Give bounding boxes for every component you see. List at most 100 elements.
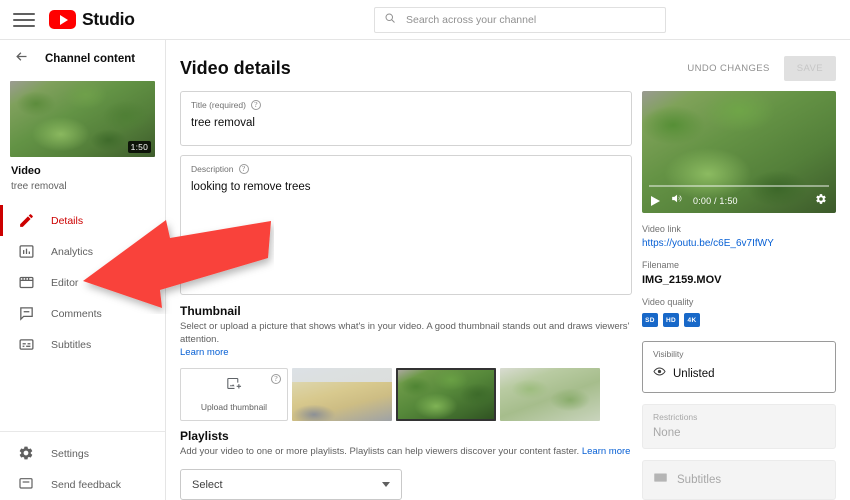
restrictions-card: Restrictions None <box>642 404 836 449</box>
pencil-icon <box>18 212 35 229</box>
title-field[interactable]: Title (required) ? tree removal <box>180 91 632 146</box>
sidebar-label-subtitles: Subtitles <box>51 338 92 351</box>
sidebar-nav: Details Analytics Editor Comments Subtit… <box>0 205 165 360</box>
thumbnail-option-2-selected[interactable] <box>396 368 496 422</box>
playlists-description-text: Add your video to one or more playlists.… <box>180 446 580 458</box>
thumbnail-option-3[interactable] <box>500 368 600 422</box>
header-actions: UNDO CHANGES SAVE <box>681 56 836 81</box>
right-panel: 0:00 / 1:50 Video link https://youtu.be/… <box>642 91 836 500</box>
visibility-label: Visibility <box>653 349 684 359</box>
help-circle-icon[interactable]: ? <box>271 374 281 385</box>
gear-icon <box>18 445 35 462</box>
filename-block: Filename IMG_2159.MOV <box>642 260 836 286</box>
sidebar-item-subtitles[interactable]: Subtitles <box>0 329 165 360</box>
player-settings-gear-icon[interactable] <box>815 192 827 210</box>
comment-icon <box>18 305 35 322</box>
youtube-play-icon <box>49 10 76 29</box>
title-field-value: tree removal <box>191 117 255 129</box>
subtitles-card: Subtitles <box>642 460 836 500</box>
brand-label: Studio <box>82 9 135 29</box>
top-bar: Studio Search across your channel <box>0 0 850 40</box>
description-field-label-row: Description ? <box>191 164 621 174</box>
video-quality-block: Video quality SD HD 4K <box>642 297 836 327</box>
restrictions-value: None <box>653 427 681 439</box>
hamburger-icon[interactable] <box>13 9 35 31</box>
main-content: Video details UNDO CHANGES SAVE Title (r… <box>166 40 850 500</box>
thumbnail-heading: Thumbnail <box>180 304 241 318</box>
studio-logo[interactable]: Studio <box>49 9 135 30</box>
player-progress-bar[interactable] <box>649 185 829 187</box>
visibility-card[interactable]: Visibility Unlisted <box>642 341 836 393</box>
search-input[interactable]: Search across your channel <box>374 7 666 33</box>
player-controls: 0:00 / 1:50 <box>642 189 836 213</box>
quality-badge-4k: 4K <box>684 313 700 327</box>
sidebar-video-thumbnail[interactable]: 1:50 <box>10 81 155 157</box>
visibility-value: Unlisted <box>673 368 715 380</box>
description-field-label: Description <box>191 164 234 174</box>
image-add-icon <box>226 377 243 397</box>
sidebar-item-details[interactable]: Details <box>0 205 165 236</box>
video-preview-player[interactable]: 0:00 / 1:50 <box>642 91 836 213</box>
eye-icon <box>653 365 666 383</box>
arrow-left-icon <box>14 49 29 69</box>
video-link-value[interactable]: https://youtu.be/c6E_6v7IfWY <box>642 238 836 249</box>
upload-thumbnail-button[interactable]: ? Upload thumbnail <box>180 368 288 422</box>
player-time-display: 0:00 / 1:50 <box>693 196 738 206</box>
help-circle-icon[interactable]: ? <box>238 164 249 174</box>
sidebar-video-type: Video <box>11 165 41 177</box>
thumbnail-description-text: Select or upload a picture that shows wh… <box>180 321 630 345</box>
main-header: Video details UNDO CHANGES SAVE <box>166 40 850 91</box>
sidebar-label-send-feedback: Send feedback <box>51 478 122 491</box>
feedback-icon <box>18 476 35 493</box>
video-quality-badges: SD HD 4K <box>642 313 836 327</box>
sidebar-label-comments: Comments <box>51 307 102 320</box>
left-sidebar: Channel content 1:50 Video tree removal … <box>0 40 166 500</box>
filename-label: Filename <box>642 260 680 270</box>
thumbnail-learn-more-link[interactable]: Learn more <box>180 347 229 358</box>
save-button[interactable]: SAVE <box>783 56 836 81</box>
details-form-column: Title (required) ? tree removal Descript… <box>180 91 632 500</box>
sidebar-label-settings: Settings <box>51 447 89 460</box>
sidebar-item-send-feedback[interactable]: Send feedback <box>0 469 165 500</box>
quality-badge-hd: HD <box>663 313 679 327</box>
title-field-label: Title (required) <box>191 100 246 110</box>
back-to-channel-content[interactable]: Channel content <box>0 42 165 76</box>
title-field-label-row: Title (required) ? <box>191 100 621 110</box>
subtitles-icon <box>18 336 35 353</box>
filename-value: IMG_2159.MOV <box>642 274 722 286</box>
sidebar-label-details: Details <box>51 214 84 227</box>
page-title: Video details <box>180 58 291 78</box>
chevron-down-icon <box>382 482 390 488</box>
sidebar-label-analytics: Analytics <box>51 245 94 258</box>
sidebar-item-analytics[interactable]: Analytics <box>0 236 165 267</box>
bar-chart-icon <box>18 243 35 260</box>
back-label: Channel content <box>45 53 136 65</box>
subtitles-icon <box>653 470 668 490</box>
playlists-heading: Playlists <box>180 429 229 444</box>
film-icon <box>18 274 35 291</box>
video-link-block: Video link https://youtu.be/c6E_6v7IfWY <box>642 224 836 249</box>
description-field[interactable]: Description ? looking to remove trees <box>180 155 632 295</box>
youtube-studio-window: Studio Search across your channel Channe… <box>0 0 850 500</box>
sidebar-video-title: tree removal <box>11 181 67 192</box>
playlist-select-value: Select <box>192 478 223 491</box>
search-placeholder: Search across your channel <box>406 14 537 26</box>
sidebar-item-editor[interactable]: Editor <box>0 267 165 298</box>
play-icon[interactable] <box>651 196 660 206</box>
sidebar-item-comments[interactable]: Comments <box>0 298 165 329</box>
thumbnail-option-1[interactable] <box>292 368 392 422</box>
undo-changes-button[interactable]: UNDO CHANGES <box>681 56 775 81</box>
playlist-select[interactable]: Select <box>180 469 402 500</box>
sidebar-label-editor: Editor <box>51 276 79 289</box>
video-quality-label: Video quality <box>642 297 694 307</box>
playlists-description: Add your video to one or more playlists.… <box>180 446 632 459</box>
video-duration-badge: 1:50 <box>127 141 151 153</box>
description-field-value: looking to remove trees <box>191 181 311 193</box>
thumbnail-description: Select or upload a picture that shows wh… <box>180 321 632 347</box>
subtitles-label: Subtitles <box>677 474 722 486</box>
sidebar-bottom-nav: Settings Send feedback <box>0 431 165 500</box>
playlists-learn-more-link[interactable]: Learn more <box>582 446 631 457</box>
volume-icon[interactable] <box>670 192 683 210</box>
help-circle-icon[interactable]: ? <box>250 100 261 110</box>
sidebar-item-settings[interactable]: Settings <box>0 438 165 469</box>
